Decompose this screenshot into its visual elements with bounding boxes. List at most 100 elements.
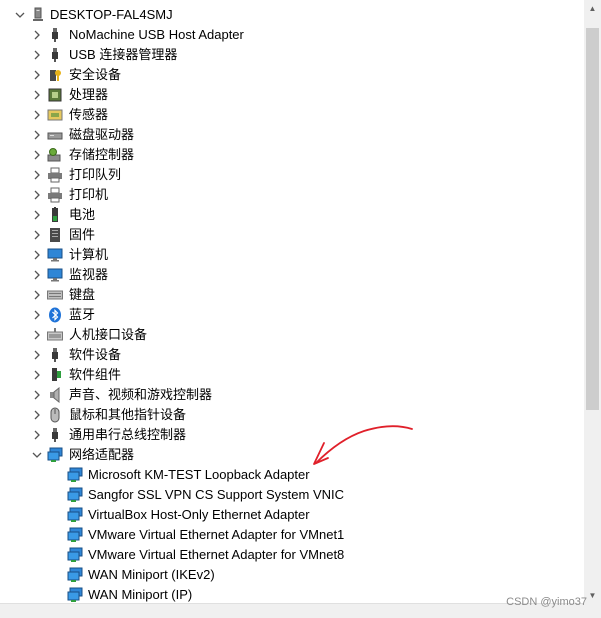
battery-icon bbox=[47, 207, 63, 223]
chevron-right-icon[interactable] bbox=[31, 365, 43, 385]
network-adapter-item[interactable]: VMware Virtual Ethernet Adapter for VMne… bbox=[0, 525, 580, 545]
category-label: 磁盘驱动器 bbox=[69, 127, 135, 142]
category-node[interactable]: 固件 bbox=[0, 225, 580, 245]
category-node[interactable]: 传感器 bbox=[0, 105, 580, 125]
chevron-right-icon[interactable] bbox=[31, 245, 43, 265]
network-adapter-label: VMware Virtual Ethernet Adapter for VMne… bbox=[88, 547, 345, 562]
device-tree[interactable]: DESKTOP-FAL4SMJ NoMachine USB Host Adapt… bbox=[0, 0, 584, 604]
firmware-icon bbox=[47, 227, 63, 243]
category-node[interactable]: NoMachine USB Host Adapter bbox=[0, 25, 580, 45]
chevron-right-icon[interactable] bbox=[31, 205, 43, 225]
chevron-right-icon[interactable] bbox=[31, 305, 43, 325]
category-label: 软件设备 bbox=[69, 347, 122, 362]
network-adapter-icon bbox=[47, 447, 63, 463]
category-node[interactable]: 存储控制器 bbox=[0, 145, 580, 165]
category-label: USB 连接器管理器 bbox=[69, 47, 178, 62]
network-adapter-item[interactable]: WAN Miniport (IKEv2) bbox=[0, 565, 580, 585]
chevron-right-icon[interactable] bbox=[31, 425, 43, 445]
network-adapter-icon bbox=[67, 547, 83, 563]
key-device-icon bbox=[47, 67, 63, 83]
chevron-right-icon[interactable] bbox=[31, 345, 43, 365]
category-node[interactable]: 软件组件 bbox=[0, 365, 580, 385]
category-label: 计算机 bbox=[69, 247, 109, 262]
computer-icon bbox=[30, 7, 46, 23]
network-adapter-item[interactable]: Microsoft KM-TEST Loopback Adapter bbox=[0, 465, 580, 485]
chevron-right-icon[interactable] bbox=[31, 25, 43, 45]
hid-icon bbox=[47, 327, 63, 343]
chevron-right-icon[interactable] bbox=[31, 45, 43, 65]
category-label: 打印队列 bbox=[69, 167, 122, 182]
chevron-right-icon[interactable] bbox=[31, 85, 43, 105]
chevron-right-icon[interactable] bbox=[31, 185, 43, 205]
category-node[interactable]: 声音、视频和游戏控制器 bbox=[0, 385, 580, 405]
category-node[interactable]: 软件设备 bbox=[0, 345, 580, 365]
category-node[interactable]: 电池 bbox=[0, 205, 580, 225]
disk-drive-icon bbox=[47, 127, 63, 143]
chevron-right-icon[interactable] bbox=[31, 145, 43, 165]
tree-root-computer[interactable]: DESKTOP-FAL4SMJ bbox=[0, 5, 580, 25]
scrollbar-thumb[interactable] bbox=[586, 28, 599, 411]
chevron-right-icon[interactable] bbox=[31, 405, 43, 425]
vertical-scrollbar[interactable]: ▲ ▼ bbox=[584, 0, 601, 604]
category-label: 人机接口设备 bbox=[69, 327, 148, 342]
category-label: 监视器 bbox=[69, 267, 109, 282]
network-adapter-icon bbox=[67, 587, 83, 603]
usb-plug-icon bbox=[47, 47, 63, 63]
network-adapter-label: WAN Miniport (IP) bbox=[88, 587, 193, 602]
chevron-right-icon[interactable] bbox=[31, 385, 43, 405]
horizontal-scrollbar[interactable] bbox=[0, 603, 584, 618]
category-node[interactable]: 打印机 bbox=[0, 185, 580, 205]
category-label: 打印机 bbox=[69, 187, 109, 202]
category-label: 通用串行总线控制器 bbox=[69, 427, 187, 442]
network-adapter-item[interactable]: Sangfor SSL VPN CS Support System VNIC bbox=[0, 485, 580, 505]
category-label: 键盘 bbox=[69, 287, 96, 302]
category-label: 处理器 bbox=[69, 87, 109, 102]
category-node[interactable]: 键盘 bbox=[0, 285, 580, 305]
mouse-icon bbox=[47, 407, 63, 423]
network-adapter-item[interactable]: VMware Virtual Ethernet Adapter for VMne… bbox=[0, 545, 580, 565]
network-adapter-item[interactable]: WAN Miniport (IP) bbox=[0, 585, 580, 604]
category-node[interactable]: 打印队列 bbox=[0, 165, 580, 185]
network-adapter-item[interactable]: VirtualBox Host-Only Ethernet Adapter bbox=[0, 505, 580, 525]
chevron-right-icon[interactable] bbox=[31, 105, 43, 125]
category-node[interactable]: 鼠标和其他指针设备 bbox=[0, 405, 580, 425]
category-node[interactable]: 网络适配器 bbox=[0, 445, 580, 465]
chevron-right-icon[interactable] bbox=[31, 65, 43, 85]
network-adapter-icon bbox=[67, 487, 83, 503]
category-node[interactable]: 人机接口设备 bbox=[0, 325, 580, 345]
network-adapter-label: Microsoft KM-TEST Loopback Adapter bbox=[88, 467, 310, 482]
category-node[interactable]: 处理器 bbox=[0, 85, 580, 105]
category-node[interactable]: 安全设备 bbox=[0, 65, 580, 85]
network-adapter-label: WAN Miniport (IKEv2) bbox=[88, 567, 215, 582]
category-label: 安全设备 bbox=[69, 67, 122, 82]
category-label: NoMachine USB Host Adapter bbox=[69, 27, 244, 42]
speaker-icon bbox=[47, 386, 63, 404]
scroll-up-arrow-icon[interactable]: ▲ bbox=[584, 0, 601, 17]
network-adapter-label: VirtualBox Host-Only Ethernet Adapter bbox=[88, 507, 310, 522]
chevron-right-icon[interactable] bbox=[31, 325, 43, 345]
category-node[interactable]: 磁盘驱动器 bbox=[0, 125, 580, 145]
category-label: 声音、视频和游戏控制器 bbox=[69, 387, 213, 402]
chevron-right-icon[interactable] bbox=[31, 265, 43, 285]
network-adapter-label: VMware Virtual Ethernet Adapter for VMne… bbox=[88, 527, 345, 542]
category-label: 网络适配器 bbox=[69, 447, 135, 462]
category-node[interactable]: 蓝牙 bbox=[0, 305, 580, 325]
category-label: 鼠标和其他指针设备 bbox=[69, 407, 187, 422]
watermark: CSDN @yimo37 bbox=[506, 596, 587, 608]
category-node[interactable]: 通用串行总线控制器 bbox=[0, 425, 580, 445]
chevron-down-icon[interactable] bbox=[14, 5, 26, 25]
category-node[interactable]: 计算机 bbox=[0, 245, 580, 265]
category-label: 传感器 bbox=[69, 107, 109, 122]
printer-icon bbox=[47, 187, 63, 203]
category-node[interactable]: 监视器 bbox=[0, 265, 580, 285]
processor-icon bbox=[47, 87, 63, 103]
chevron-down-icon[interactable] bbox=[31, 445, 43, 465]
category-label: 软件组件 bbox=[69, 367, 122, 382]
category-node[interactable]: USB 连接器管理器 bbox=[0, 45, 580, 65]
chevron-right-icon[interactable] bbox=[31, 285, 43, 305]
chevron-right-icon[interactable] bbox=[31, 165, 43, 185]
chevron-right-icon[interactable] bbox=[31, 225, 43, 245]
chevron-right-icon[interactable] bbox=[31, 125, 43, 145]
sensor-icon bbox=[47, 107, 63, 123]
software-component-icon bbox=[47, 367, 63, 383]
